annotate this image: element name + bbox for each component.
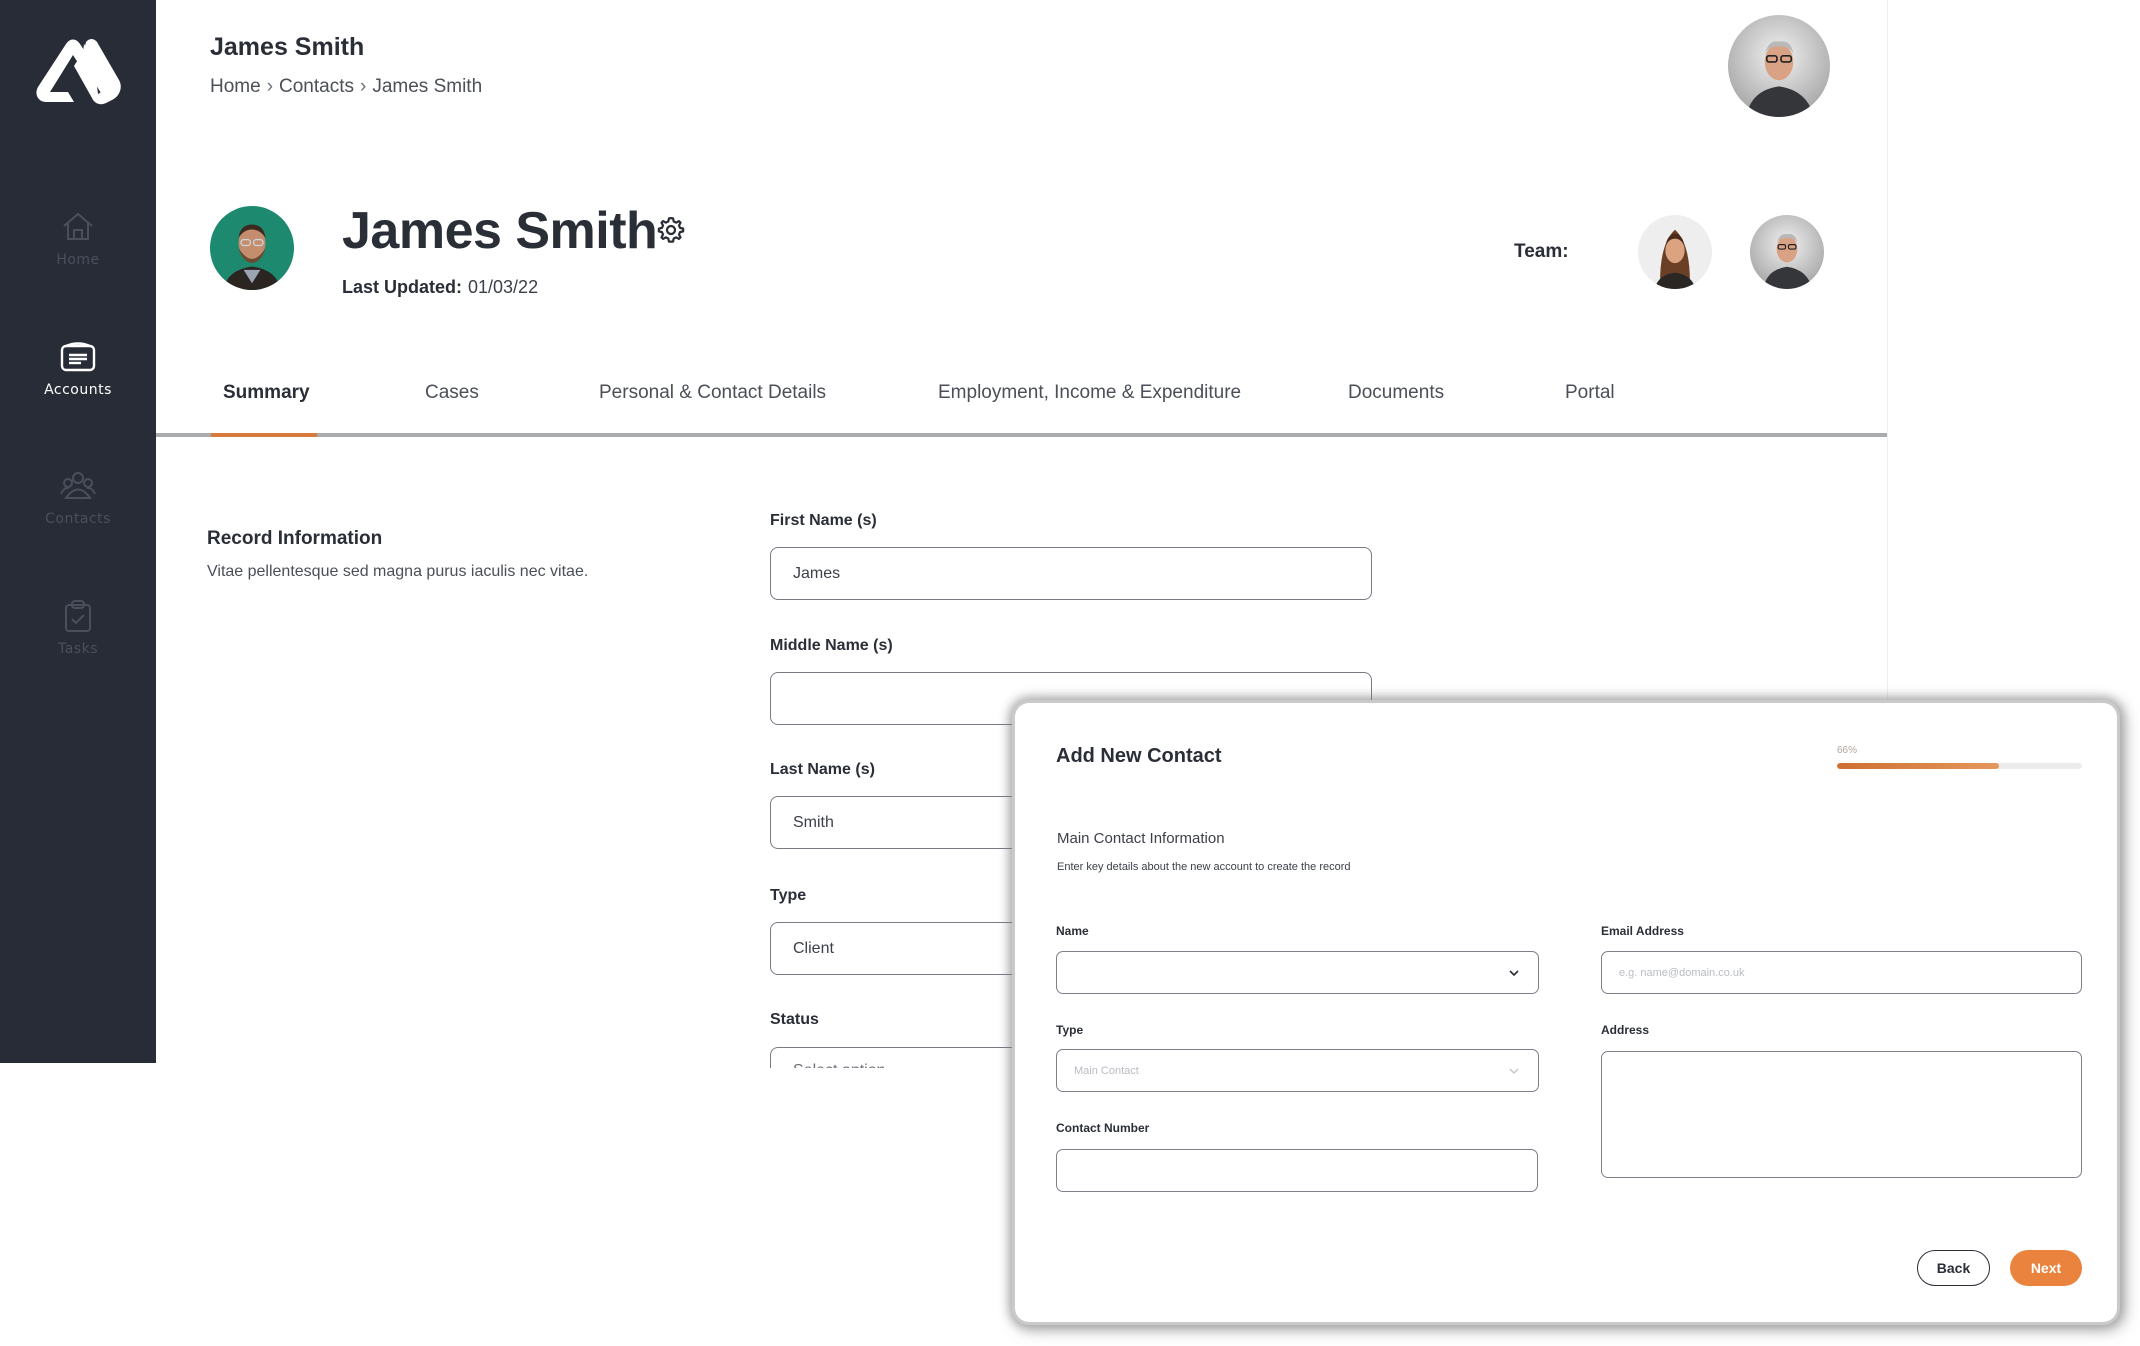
breadcrumb: Home › Contacts › James Smith	[210, 76, 482, 98]
profile-avatar-image	[210, 206, 294, 290]
breadcrumb-current: James Smith	[372, 76, 483, 97]
profile-avatar	[210, 206, 294, 290]
type-select-placeholder: Main Contact	[1074, 1064, 1139, 1077]
sidebar-item-label: Tasks	[57, 641, 98, 657]
name-select[interactable]	[1056, 951, 1539, 994]
name-label: Name	[1056, 924, 1089, 938]
address-label: Address	[1601, 1023, 1650, 1037]
team-member-avatar-image	[1750, 215, 1824, 289]
type-select[interactable]: Main Contact	[1056, 1049, 1539, 1092]
tab-divider	[156, 433, 1887, 437]
sidebar-item-label: Contacts	[45, 511, 111, 527]
tab-employment-income-expenditure[interactable]: Employment, Income & Expenditure	[938, 382, 1241, 404]
type-label: Type	[770, 887, 807, 904]
type-label: Type	[1056, 1023, 1084, 1037]
team-label: Team:	[1514, 241, 1569, 262]
middle-name-label: Middle Name (s)	[770, 637, 893, 654]
team-member-avatar-image	[1638, 215, 1712, 289]
tab-portal[interactable]: Portal	[1565, 382, 1615, 404]
sidebar-item-label: Home	[56, 252, 100, 268]
last-updated-label: Last Updated:	[342, 277, 463, 297]
tab-summary[interactable]: Summary	[223, 382, 310, 404]
back-button[interactable]: Back	[1917, 1250, 1990, 1286]
section-title: Main Contact Information	[1057, 830, 1225, 847]
breadcrumb-separator: ›	[266, 76, 274, 97]
record-info-description: Vitae pellentesque sed magna purus iacul…	[207, 563, 589, 580]
email-input[interactable]: e.g. name@domain.co.uk	[1601, 951, 2082, 994]
contact-number-input[interactable]	[1056, 1149, 1538, 1192]
chevron-down-icon	[1509, 1068, 1519, 1074]
user-avatar[interactable]	[1728, 15, 1830, 117]
contacts-group-icon	[60, 472, 96, 499]
sidebar: Home Accounts Contacts Tasks	[0, 0, 156, 1063]
profile-name: James Smith	[342, 202, 658, 260]
progress-label: 66%	[1837, 745, 1858, 756]
page-title: James Smith	[210, 33, 365, 61]
team-member-avatar[interactable]	[1750, 215, 1824, 289]
sidebar-item-tasks[interactable]: Tasks	[0, 597, 156, 657]
tab-documents[interactable]: Documents	[1348, 382, 1444, 404]
home-icon	[63, 212, 93, 240]
tab-personal-contact-details[interactable]: Personal & Contact Details	[599, 382, 826, 404]
sidebar-item-contacts[interactable]: Contacts	[0, 467, 156, 527]
tasks-clipboard-icon	[65, 600, 91, 632]
tab-bar: Summary Cases Personal & Contact Details…	[156, 370, 1887, 436]
email-placeholder: e.g. name@domain.co.uk	[1619, 966, 1745, 979]
app-logo-icon[interactable]	[36, 36, 122, 114]
user-avatar-image	[1728, 15, 1830, 117]
breadcrumb-contacts[interactable]: Contacts	[279, 76, 354, 97]
breadcrumb-separator: ›	[360, 76, 367, 97]
tab-cases[interactable]: Cases	[425, 382, 479, 404]
first-name-label: First Name (s)	[770, 512, 877, 529]
team-member-avatar[interactable]	[1638, 215, 1712, 289]
email-label: Email Address	[1601, 924, 1684, 938]
contact-number-label: Contact Number	[1056, 1121, 1150, 1135]
first-name-input[interactable]: James	[770, 547, 1372, 600]
chevron-down-icon	[1509, 969, 1519, 976]
last-name-label: Last Name (s)	[770, 761, 875, 778]
progress-bar	[1837, 763, 2082, 769]
address-textarea[interactable]	[1601, 1051, 2082, 1178]
add-contact-modal: Add New Contact 66% Main Contact Informa…	[1015, 703, 2117, 1322]
last-updated: Last Updated: 01/03/22	[342, 277, 538, 298]
sidebar-item-label: Accounts	[44, 382, 112, 398]
active-tab-indicator	[211, 433, 317, 437]
sidebar-item-home[interactable]: Home	[0, 208, 156, 268]
breadcrumb-home[interactable]: Home	[210, 76, 261, 97]
next-button[interactable]: Next	[2010, 1250, 2082, 1286]
progress-bar-fill	[1837, 763, 1999, 769]
modal-title: Add New Contact	[1056, 745, 1222, 767]
sidebar-item-accounts[interactable]: Accounts	[0, 338, 156, 398]
accounts-card-icon	[60, 342, 96, 372]
gear-icon[interactable]	[656, 215, 686, 245]
last-updated-value: 01/03/22	[468, 277, 539, 297]
status-label: Status	[770, 1011, 819, 1028]
record-info-title: Record Information	[207, 528, 383, 549]
section-description: Enter key details about the new account …	[1057, 861, 1351, 873]
